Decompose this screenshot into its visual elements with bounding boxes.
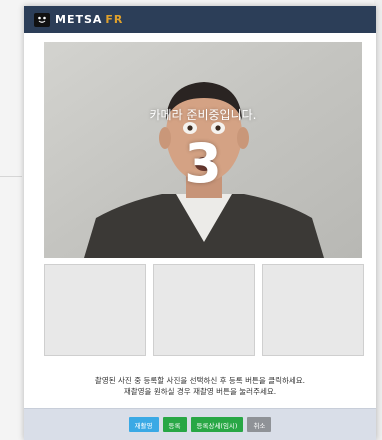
title-bar: METSA FR xyxy=(24,6,376,33)
photo-slot-3[interactable] xyxy=(262,264,364,356)
help-line-1: 촬영된 사진 중 등록할 사진을 선택하신 후 등록 버튼을 클릭하세요. xyxy=(94,376,306,385)
photo-slot-2[interactable] xyxy=(153,264,255,356)
cancel-button[interactable]: 취소 xyxy=(247,417,272,432)
photo-slot-1[interactable] xyxy=(44,264,146,356)
camera-preview: 카메라 준비중입니다. 3 xyxy=(44,42,362,258)
logo-main-text: METSA xyxy=(55,13,103,26)
countdown-number: 3 xyxy=(184,132,222,195)
app-logo: METSA FR xyxy=(55,13,123,26)
background-divider xyxy=(0,176,22,177)
retake-button[interactable]: 재촬영 xyxy=(128,417,159,432)
mascot-face-icon xyxy=(34,12,50,27)
captured-photos xyxy=(44,264,364,357)
button-bar: 재촬영 등록 등록상세(임시) 취소 xyxy=(24,408,376,440)
help-line-2: 재촬영을 원하실 경우 재촬영 버튼을 눌러주세요. xyxy=(123,387,277,396)
logo-accent-text: FR xyxy=(105,13,124,26)
register-detail-temp-button[interactable]: 등록상세(임시) xyxy=(190,417,244,432)
help-text: 촬영된 사진 중 등록할 사진을 선택하신 후 등록 버튼을 클릭하세요. 재촬… xyxy=(24,375,376,397)
register-button[interactable]: 등록 xyxy=(162,417,187,432)
camera-status-message: 카메라 준비중입니다. xyxy=(149,108,257,122)
photo-capture-dialog: METSA FR 카메라 준비중입니다. 3 촬영된 사진 중 등록할 사진을 … xyxy=(24,6,376,440)
